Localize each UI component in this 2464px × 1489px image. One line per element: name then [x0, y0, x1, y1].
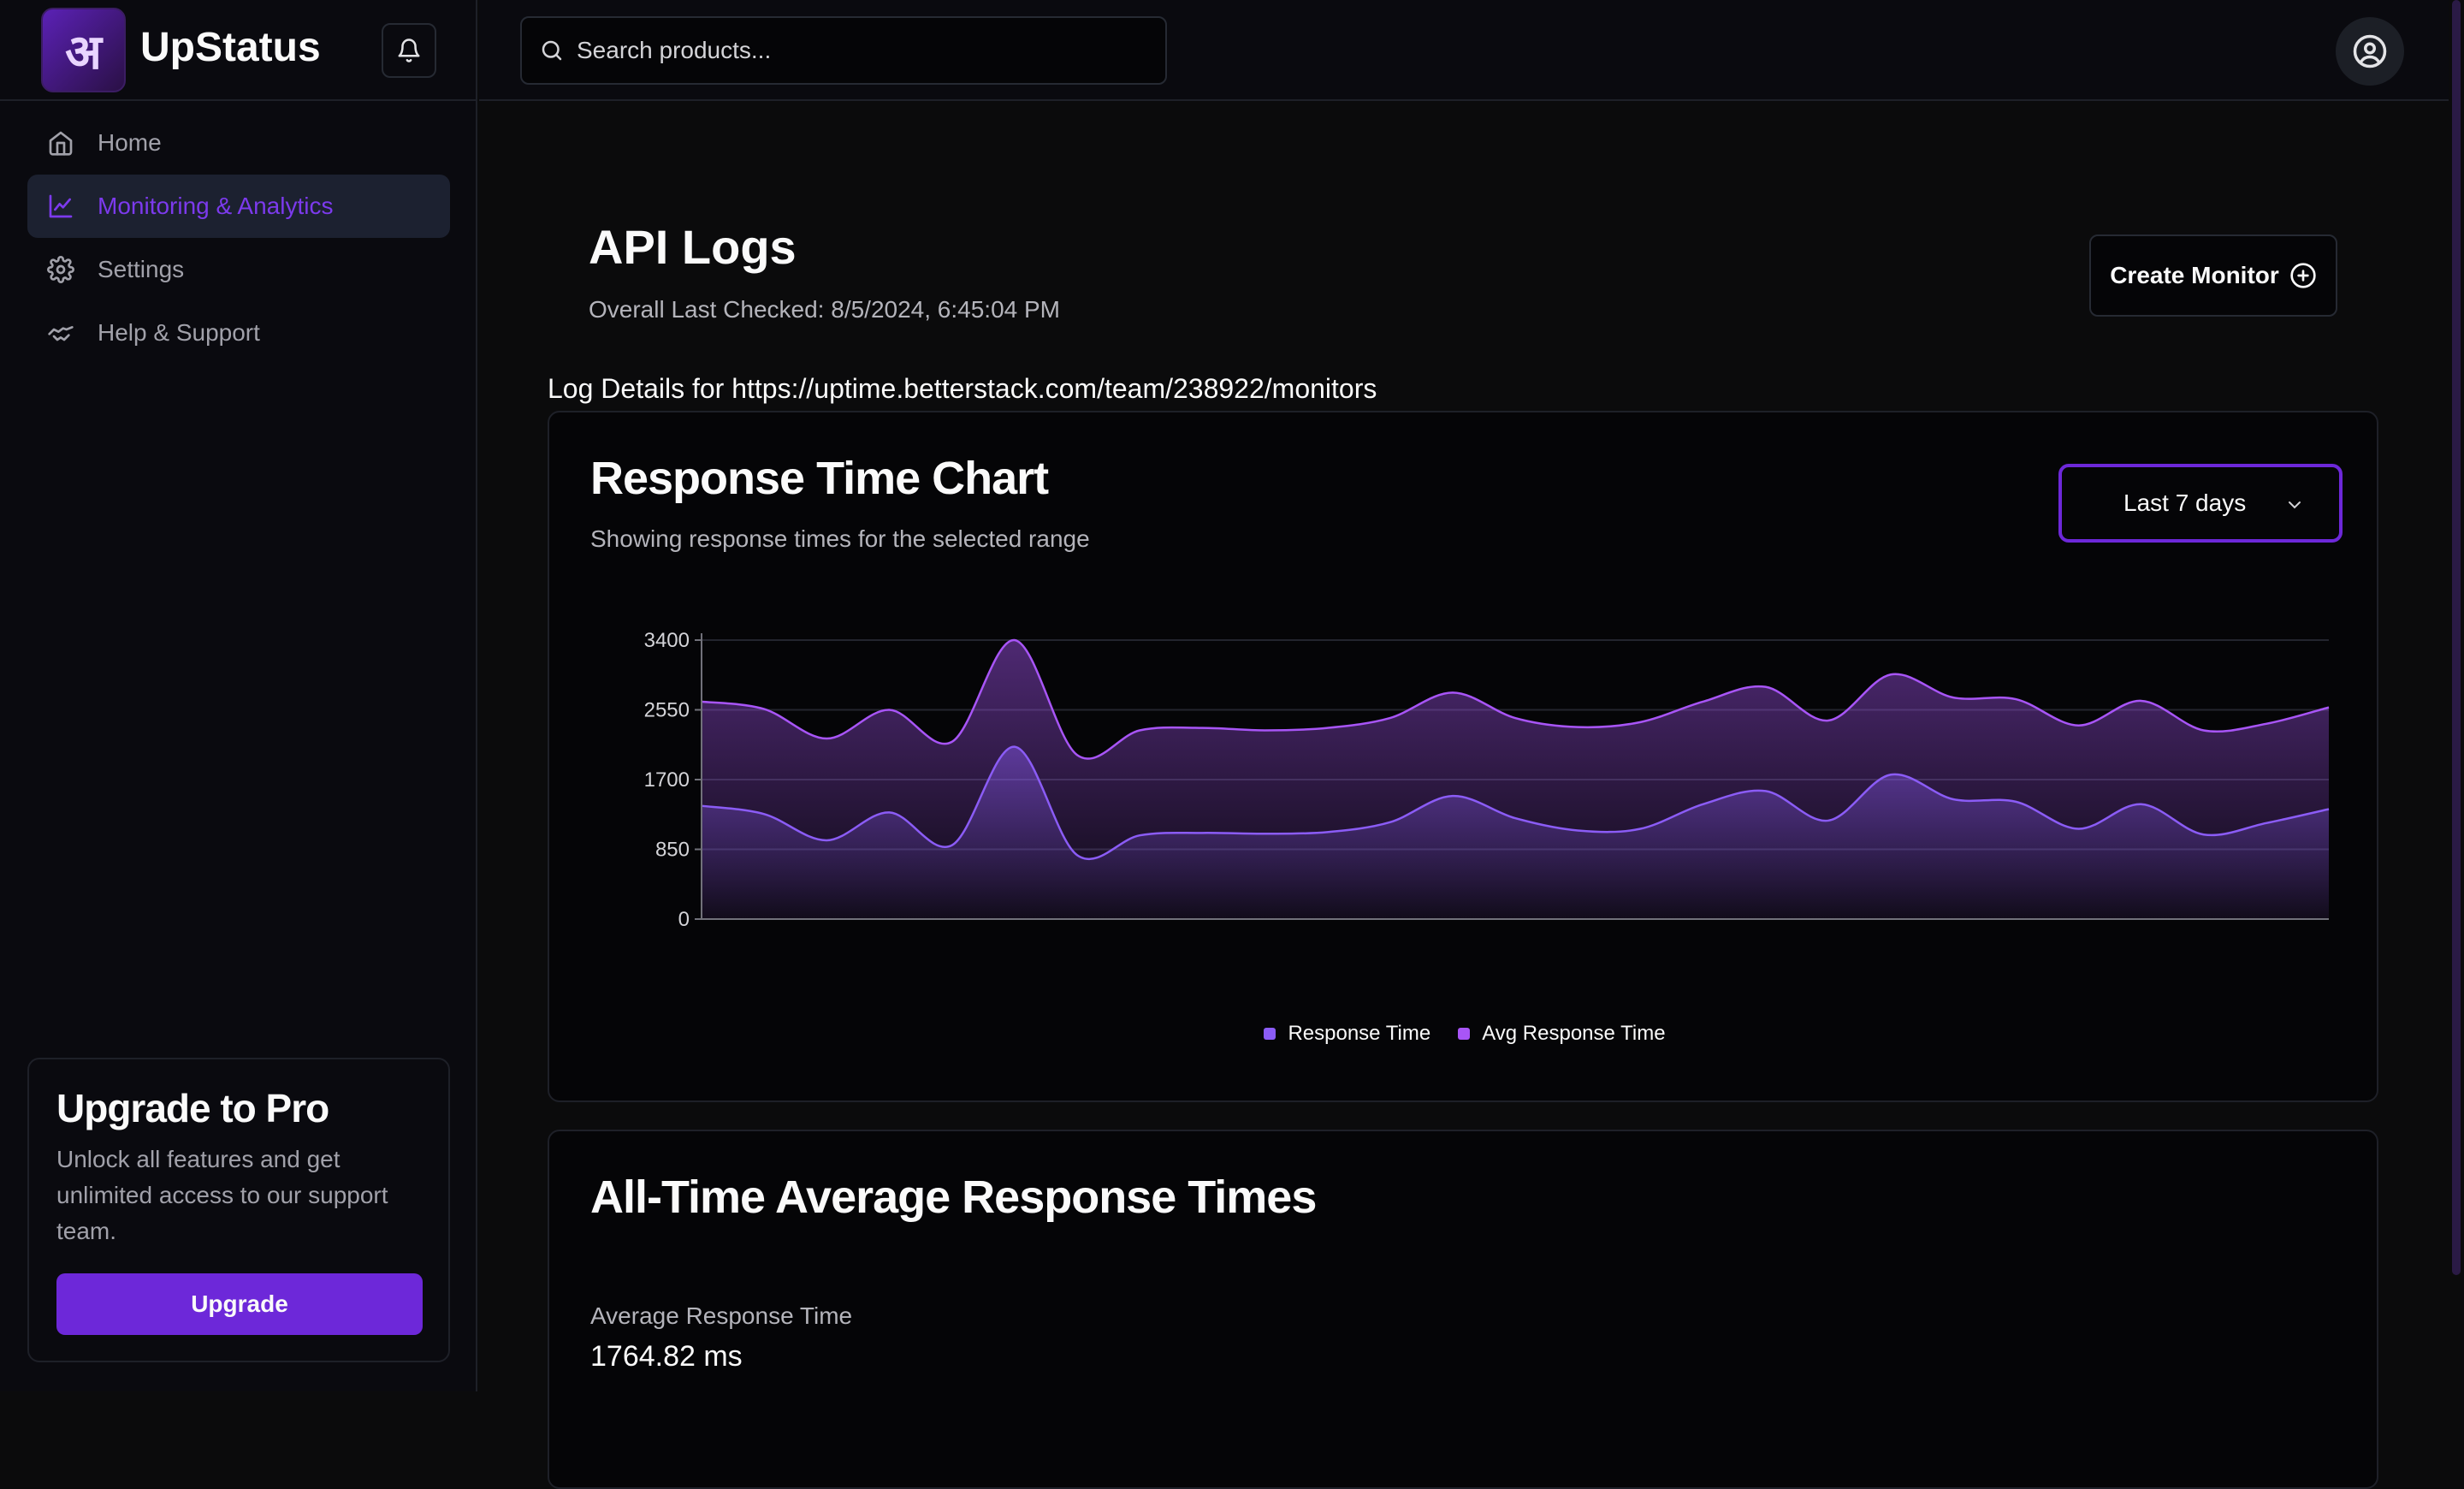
- sidebar-item-label: Monitoring & Analytics: [98, 193, 334, 219]
- chart-line-icon: [46, 192, 75, 221]
- upgrade-button[interactable]: Upgrade: [56, 1273, 423, 1335]
- handshake-icon: [46, 318, 75, 347]
- search-icon: [542, 40, 562, 61]
- log-details-heading: Log Details for https://uptime.bettersta…: [548, 373, 1377, 404]
- sidebar-item-home[interactable]: Home: [27, 111, 450, 175]
- chart-legend: Response Time Avg Response Time: [549, 1022, 2380, 1046]
- create-monitor-button[interactable]: Create Monitor: [2089, 234, 2337, 317]
- chart-subtitle: Showing response times for the selected …: [590, 525, 1090, 552]
- scrollbar-thumb[interactable]: [2452, 0, 2461, 1275]
- bell-icon: [398, 39, 420, 62]
- home-icon: [46, 128, 75, 157]
- plus-circle-icon: [2290, 263, 2316, 288]
- sidebar-nav: Home Monitoring & Analytics Settings Hel…: [27, 111, 450, 365]
- last-checked-text: Overall Last Checked: 8/5/2024, 6:45:04 …: [589, 296, 1060, 323]
- sidebar-item-label: Settings: [98, 256, 185, 282]
- response-time-chart: 0 850 1700 2550 3400: [644, 629, 2330, 931]
- legend-label: Avg Response Time: [1482, 1022, 1666, 1045]
- legend-swatch: [1264, 1028, 1276, 1040]
- legend-swatch: [1458, 1028, 1471, 1040]
- sidebar-item-label: Help & Support: [98, 319, 260, 346]
- notifications-button[interactable]: [382, 23, 436, 78]
- average-response-value: 1764.82 ms: [590, 1340, 743, 1373]
- sidebar-item-help[interactable]: Help & Support: [27, 301, 450, 365]
- average-response-label: Average Response Time: [590, 1302, 853, 1329]
- main-content: API Logs Overall Last Checked: 8/5/2024,…: [479, 103, 2449, 1489]
- y-tick-label: 0: [678, 908, 690, 931]
- y-tick-label: 850: [655, 839, 690, 862]
- app-logo[interactable]: अ: [41, 8, 126, 92]
- sidebar-item-settings[interactable]: Settings: [27, 238, 450, 301]
- user-menu-button[interactable]: [2336, 17, 2404, 86]
- search-input[interactable]: [577, 37, 1158, 64]
- legend-item[interactable]: Response Time: [1264, 1022, 1430, 1046]
- time-range-value: Last 7 days: [2123, 489, 2247, 516]
- vertical-scrollbar[interactable]: [2449, 0, 2464, 1391]
- average-response-card: All-Time Average Response Times Average …: [548, 1130, 2378, 1489]
- chart-title: Response Time Chart: [590, 453, 1049, 504]
- y-tick-label: 3400: [644, 629, 690, 652]
- chevron-down-icon: [2289, 501, 2301, 509]
- user-circle-icon: [2353, 34, 2387, 68]
- gear-icon: [46, 255, 75, 284]
- upgrade-title: Upgrade to Pro: [56, 1086, 329, 1130]
- y-tick-label: 1700: [644, 768, 690, 792]
- average-card-title: All-Time Average Response Times: [590, 1172, 1317, 1223]
- legend-item[interactable]: Avg Response Time: [1458, 1022, 1666, 1046]
- sidebar-item-label: Home: [98, 129, 162, 156]
- app-name: UpStatus: [140, 25, 321, 70]
- sidebar-item-monitoring[interactable]: Monitoring & Analytics: [27, 175, 450, 238]
- create-monitor-label: Create Monitor: [2110, 262, 2279, 288]
- time-range-select[interactable]: Last 7 days: [2058, 464, 2343, 543]
- page-title: API Logs: [589, 220, 797, 274]
- response-time-chart-card: Response Time Chart Showing response tim…: [548, 411, 2378, 1102]
- y-tick-label: 2550: [644, 699, 690, 722]
- upgrade-description: Unlock all features and get unlimited ac…: [56, 1146, 388, 1244]
- sidebar-header: अ UpStatus: [0, 0, 477, 101]
- upgrade-card: Upgrade to Pro Unlock all features and g…: [27, 1058, 450, 1362]
- legend-label: Response Time: [1288, 1022, 1431, 1045]
- search-box[interactable]: [520, 16, 1167, 85]
- sidebar: अ UpStatus Home Monitoring & Analytics S…: [0, 0, 477, 1391]
- topbar: [479, 0, 2450, 101]
